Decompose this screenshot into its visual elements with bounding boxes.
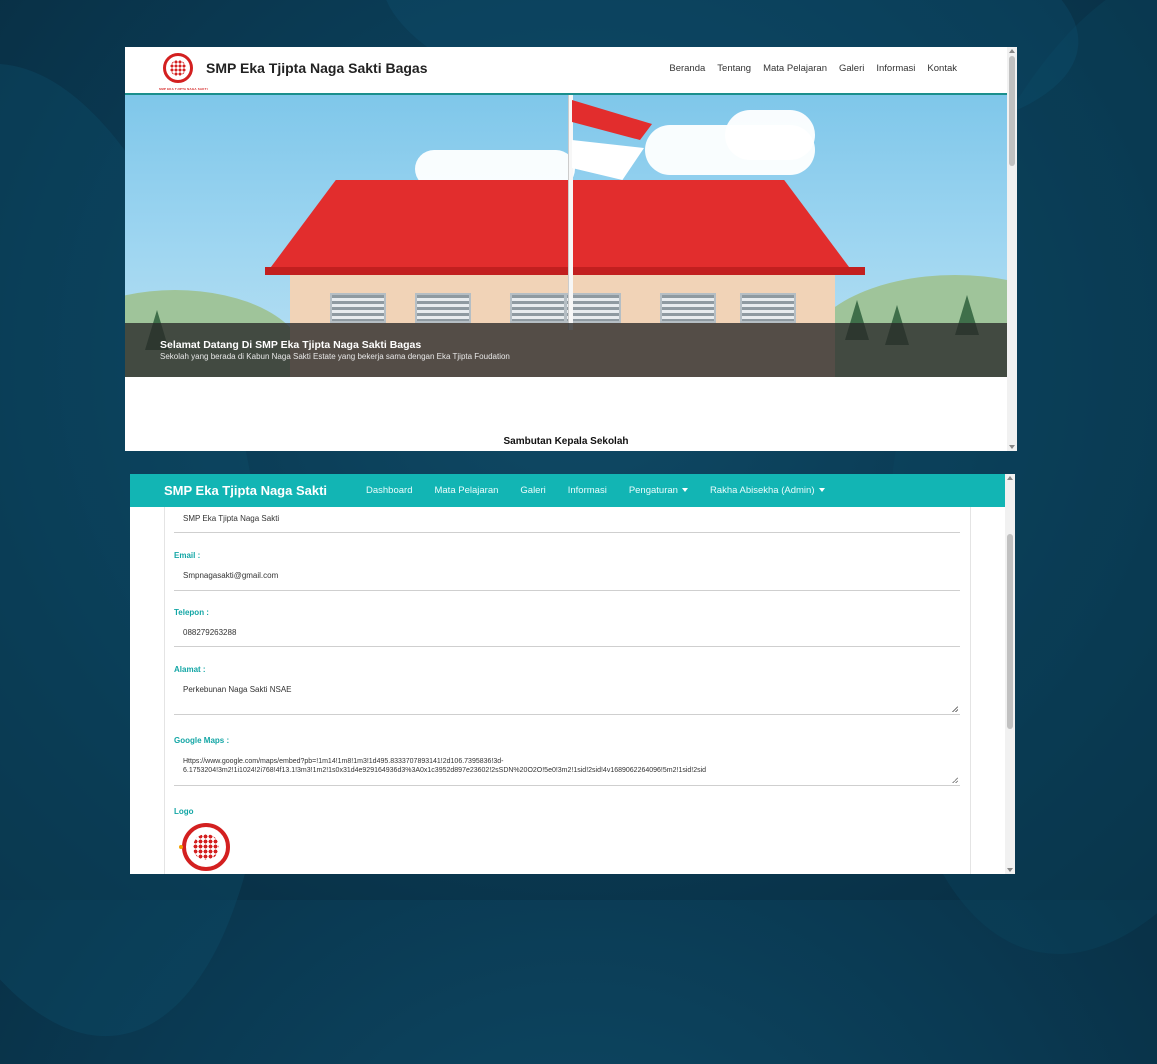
scrollbar[interactable] xyxy=(1007,47,1017,451)
school-name-field[interactable]: SMP Eka Tjipta Naga Sakti xyxy=(174,514,960,533)
nav-kontak[interactable]: Kontak xyxy=(927,63,957,74)
site-brand[interactable]: SMP Eka Tjipta Naga Sakti Bagas xyxy=(206,60,428,76)
email-label: Email : xyxy=(174,551,201,560)
admin-nav-menu: Dashboard Mata Pelajaran Galeri Informas… xyxy=(366,485,825,496)
nav-beranda[interactable]: Beranda xyxy=(669,63,705,74)
school-logo-preview xyxy=(182,823,230,871)
nav-user-label: Rakha Abisekha (Admin) xyxy=(709,485,815,496)
telepon-field[interactable]: 088279263288 xyxy=(174,628,960,647)
flag-illustration xyxy=(572,100,652,140)
nav-tentang[interactable]: Tentang xyxy=(717,63,751,74)
hero-subtitle: Sekolah yang berada di Kabun Naga Sakti … xyxy=(160,352,510,361)
nav-mata-pelajaran[interactable]: Mata Pelajaran xyxy=(434,485,498,496)
nav-pengaturan-dropdown[interactable]: Pengaturan xyxy=(629,485,688,496)
logo-sparkle xyxy=(179,845,183,849)
email-field[interactable]: Smpnagasakti@gmail.com xyxy=(174,571,960,591)
scroll-up-arrow-icon[interactable] xyxy=(1009,49,1015,53)
alamat-textarea[interactable]: Perkebunan Naga Sakti NSAE xyxy=(174,685,960,715)
scroll-down-arrow-icon[interactable] xyxy=(1009,445,1015,449)
scrollbar[interactable] xyxy=(1005,474,1015,874)
card-border-right xyxy=(970,507,971,874)
scroll-down-arrow-icon[interactable] xyxy=(1007,868,1013,872)
settings-form: SMP Eka Tjipta Naga Sakti Email : Smpnag… xyxy=(130,507,1005,874)
section-heading: Sambutan Kepala Sekolah xyxy=(503,436,629,447)
admin-brand[interactable]: SMP Eka Tjipta Naga Sakti xyxy=(164,483,327,498)
card-border-left xyxy=(164,507,165,874)
logo-caption: SMP EKA TJIPTA NAGA SAKTI xyxy=(159,87,208,91)
caret-down-icon xyxy=(681,488,688,493)
window-illustration xyxy=(565,293,621,323)
school-logo[interactable] xyxy=(163,53,193,83)
hero-banner: Selamat Datang Di SMP Eka Tjipta Naga Sa… xyxy=(125,95,1007,377)
nav-informasi[interactable]: Informasi xyxy=(568,485,607,496)
window-illustration xyxy=(740,293,796,323)
nav-galeri[interactable]: Galeri xyxy=(839,63,864,74)
nav-galeri[interactable]: Galeri xyxy=(520,485,545,496)
nav-informasi[interactable]: Informasi xyxy=(876,63,915,74)
window-illustration xyxy=(660,293,716,323)
hero-title: Selamat Datang Di SMP Eka Tjipta Naga Sa… xyxy=(160,339,422,351)
nav-mata-pelajaran[interactable]: Mata Pelajaran xyxy=(763,63,827,74)
telepon-value: 088279263288 xyxy=(183,628,237,637)
public-nav-menu: Beranda Tentang Mata Pelajaran Galeri In… xyxy=(669,63,957,74)
public-site-window: SMP EKA TJIPTA NAGA SAKTI SMP Eka Tjipta… xyxy=(125,47,1017,451)
hero-caption: Selamat Datang Di SMP Eka Tjipta Naga Sa… xyxy=(125,323,1007,377)
window-illustration xyxy=(330,293,386,323)
resize-handle-icon[interactable] xyxy=(952,777,958,783)
school-name-value: SMP Eka Tjipta Naga Sakti xyxy=(183,514,280,523)
google-maps-label: Google Maps : xyxy=(174,736,230,745)
telepon-label: Telepon : xyxy=(174,608,209,617)
cloud-illustration xyxy=(725,110,815,160)
nav-dashboard[interactable]: Dashboard xyxy=(366,485,412,496)
flagpole-illustration xyxy=(568,95,573,330)
nav-pengaturan-label: Pengaturan xyxy=(628,485,678,496)
public-navbar: SMP EKA TJIPTA NAGA SAKTI SMP Eka Tjipta… xyxy=(125,47,1007,95)
window-illustration xyxy=(510,293,566,323)
maps-value-line-1: Https://www.google.com/maps/embed?pb=!1m… xyxy=(183,758,504,765)
scrollbar-thumb[interactable] xyxy=(1009,56,1015,166)
email-value: Smpnagasakti@gmail.com xyxy=(183,571,279,580)
school-roof-illustration xyxy=(265,180,855,275)
alamat-label: Alamat : xyxy=(174,665,206,674)
alamat-value: Perkebunan Naga Sakti NSAE xyxy=(183,685,292,694)
roof-edge xyxy=(265,267,865,275)
nav-user-dropdown[interactable]: Rakha Abisekha (Admin) xyxy=(710,485,825,496)
google-maps-textarea[interactable]: Https://www.google.com/maps/embed?pb=!1m… xyxy=(174,757,960,786)
maps-value-line-2: 6.1753204!3m2!1i1024!2i768!4f13.1!3m3!1m… xyxy=(183,767,707,774)
admin-window: SMP Eka Tjipta Naga Sakti Dashboard Mata… xyxy=(130,474,1015,874)
logo-label: Logo xyxy=(174,807,194,816)
scrollbar-thumb[interactable] xyxy=(1007,534,1013,729)
caret-down-icon xyxy=(818,488,825,493)
admin-navbar: SMP Eka Tjipta Naga Sakti Dashboard Mata… xyxy=(130,474,1005,507)
window-illustration xyxy=(415,293,471,323)
resize-handle-icon[interactable] xyxy=(952,706,958,712)
flag-white-part xyxy=(572,140,644,180)
scroll-up-arrow-icon[interactable] xyxy=(1007,476,1013,480)
